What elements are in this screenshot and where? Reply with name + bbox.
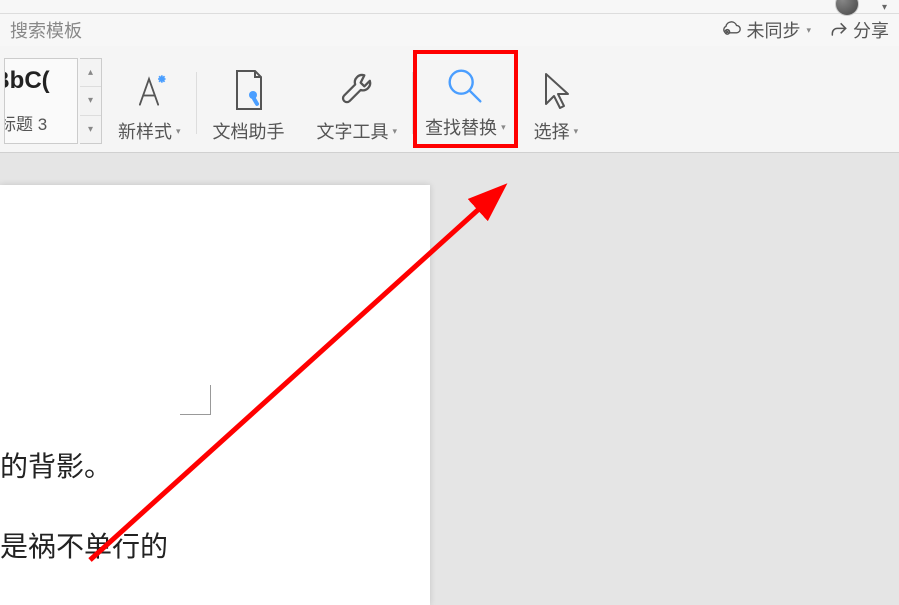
share-label: 分享 bbox=[853, 17, 889, 43]
doc-assistant-button[interactable]: 文档助手 bbox=[197, 62, 301, 144]
doc-assistant-label: 文档助手 bbox=[213, 118, 285, 144]
document-text-line: 是祸不单行的 bbox=[0, 525, 168, 565]
style-name-label: 标题 3 bbox=[4, 110, 73, 135]
chevron-down-icon: ▾ bbox=[806, 25, 811, 36]
style-scroll-down-button[interactable]: ▾ bbox=[80, 87, 101, 115]
chevron-down-icon: ▾ bbox=[501, 122, 506, 133]
header-actions: 未同步 ▾ 分享 bbox=[720, 17, 889, 43]
style-item-heading3[interactable]: aBbC( 标题 3 bbox=[4, 58, 78, 144]
title-bar: ▾ bbox=[0, 0, 899, 14]
margin-marker bbox=[180, 385, 210, 415]
user-avatar[interactable] bbox=[835, 0, 859, 16]
find-replace-button[interactable]: 查找替换 ▾ bbox=[413, 50, 518, 148]
style-gallery[interactable]: aBbC( 标题 3 ▴ ▾ ▾ bbox=[0, 58, 102, 144]
template-search-input[interactable]: 搜索模板 bbox=[10, 17, 720, 43]
search-row: 搜索模板 未同步 ▾ 分享 bbox=[0, 14, 899, 46]
share-button[interactable]: 分享 bbox=[829, 17, 889, 43]
sync-status-button[interactable]: 未同步 ▾ bbox=[720, 17, 811, 43]
document-text-line: 的背影。 bbox=[0, 445, 112, 485]
sync-status-label: 未同步 bbox=[746, 17, 800, 43]
chevron-down-icon: ▾ bbox=[176, 126, 181, 137]
document-page[interactable]: 的背影。 是祸不单行的 bbox=[0, 185, 430, 605]
search-icon bbox=[442, 63, 488, 109]
new-style-label: 新样式 bbox=[118, 118, 172, 144]
style-scroll-up-button[interactable]: ▴ bbox=[80, 59, 101, 87]
ribbon-toolbar: aBbC( 标题 3 ▴ ▾ ▾ 新样式 ▾ bbox=[0, 46, 899, 153]
cursor-icon bbox=[536, 68, 576, 112]
text-tools-label: 文字工具 bbox=[317, 118, 389, 144]
document-wrench-icon bbox=[229, 67, 269, 113]
style-expand-button[interactable]: ▾ bbox=[80, 116, 101, 143]
wrench-icon bbox=[335, 68, 379, 112]
style-sample-text: aBbC( bbox=[4, 67, 73, 95]
new-style-button[interactable]: 新样式 ▾ bbox=[102, 62, 197, 144]
select-label: 选择 bbox=[534, 118, 570, 144]
cloud-off-icon bbox=[720, 19, 742, 41]
chevron-down-icon: ▾ bbox=[574, 126, 579, 137]
chevron-down-icon: ▾ bbox=[393, 126, 398, 137]
select-button[interactable]: 选择 ▾ bbox=[518, 62, 595, 144]
style-scroll: ▴ ▾ ▾ bbox=[80, 58, 102, 144]
new-style-icon bbox=[127, 68, 171, 112]
chevron-down-icon[interactable]: ▾ bbox=[882, 2, 887, 13]
share-icon bbox=[829, 20, 849, 40]
find-replace-label: 查找替换 bbox=[425, 114, 497, 140]
text-tools-button[interactable]: 文字工具 ▾ bbox=[301, 62, 414, 144]
